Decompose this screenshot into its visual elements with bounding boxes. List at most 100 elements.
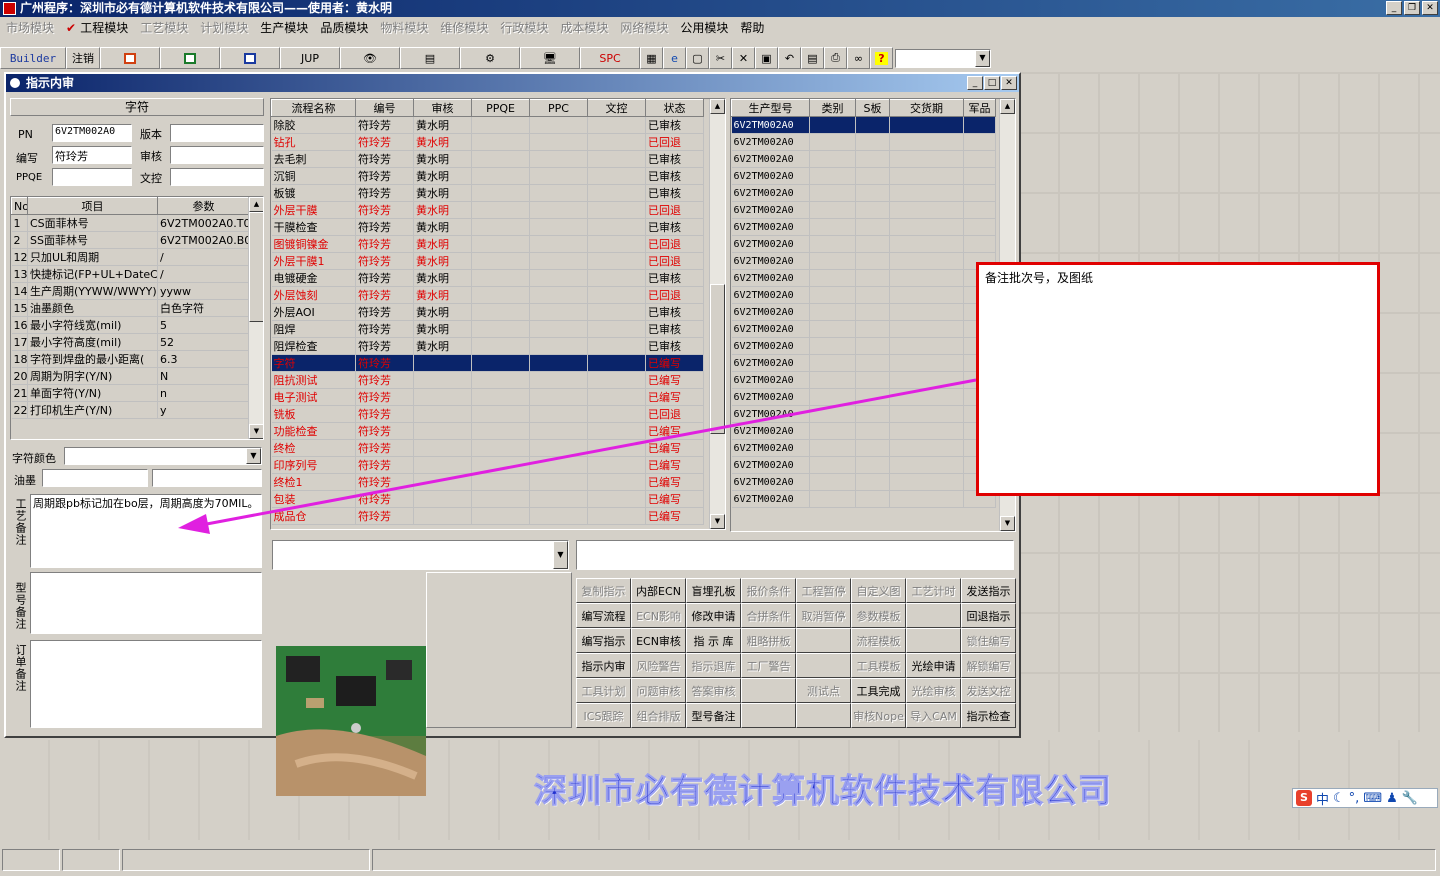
table-cell[interactable]: 黄水明 [413, 286, 472, 304]
table-cell[interactable] [809, 150, 856, 168]
action-button-38[interactable]: 光绘审核 [906, 678, 961, 703]
table-cell[interactable]: 符玲芳 [355, 456, 414, 474]
table-row[interactable]: 18 字符到焊盘的最小距离(6.3 [11, 350, 250, 368]
table-cell[interactable]: 6V2TM002A0 [731, 167, 810, 185]
table-row[interactable]: 阻抗测试 符玲芳 已编写 [271, 371, 704, 389]
table-cell[interactable] [529, 490, 588, 508]
table-cell[interactable]: 生产周期(YYWW/WWYY) [27, 282, 158, 300]
table-cell[interactable] [809, 184, 856, 202]
table-row[interactable]: 22 打印机生产(Y/N) y [11, 401, 250, 419]
table-cell[interactable]: 14 [11, 282, 28, 300]
sogou-icon[interactable]: S [1296, 790, 1312, 806]
table-cell[interactable] [471, 388, 530, 406]
table-cell[interactable] [471, 252, 530, 270]
help-button[interactable]: ? [870, 47, 893, 69]
table-row[interactable]: 板镀 符玲芳 黄水明 已审核 [271, 184, 704, 202]
action-button-25[interactable]: 风险警告 [631, 653, 686, 678]
table-cell[interactable] [529, 456, 588, 474]
table-cell[interactable] [889, 201, 964, 219]
table-row[interactable]: 成品仓 符玲芳 已编写 [271, 507, 704, 525]
table-cell[interactable] [471, 354, 530, 372]
table-cell[interactable] [809, 167, 856, 185]
table-row[interactable]: 钻孔 符玲芳 黄水明 已回退 [271, 133, 704, 151]
action-button-13[interactable]: 参数模板 [851, 603, 906, 628]
table-cell[interactable] [855, 269, 890, 287]
table-cell[interactable]: 已编写 [645, 388, 704, 406]
table-row[interactable]: 6V2TM002A0 [731, 184, 996, 202]
process-note-field[interactable]: 周期跟pb标记加在bo层，周期高度为70MIL。 [30, 494, 262, 568]
table-cell[interactable]: 6V2TM002A0 [731, 201, 810, 219]
scroll-down-icon[interactable]: ▼ [710, 514, 725, 529]
table-cell[interactable]: 6V2TM002A0 [731, 116, 810, 134]
table-cell[interactable] [529, 133, 588, 151]
table-cell[interactable] [413, 507, 472, 525]
action-button-15[interactable]: 回退指示 [961, 603, 1016, 628]
delete-button[interactable]: ✕ [732, 47, 755, 69]
action-button-19[interactable]: 粗略拼板 [741, 628, 796, 653]
column-header[interactable]: 流程名称 [271, 99, 356, 117]
table-cell[interactable] [587, 252, 646, 270]
table-cell[interactable] [855, 320, 890, 338]
table-row[interactable]: 6V2TM002A0 [731, 286, 996, 304]
table-row[interactable]: 15 油墨颜色 白色字符 [11, 299, 250, 317]
table-cell[interactable] [413, 490, 472, 508]
table-cell[interactable] [855, 388, 890, 406]
scroll-thumb[interactable] [710, 284, 725, 434]
cut-button[interactable]: ✂ [709, 47, 732, 69]
table-cell[interactable] [889, 490, 964, 508]
table-cell[interactable] [529, 286, 588, 304]
menu-item-11[interactable]: 公用模块 [674, 19, 734, 36]
table-cell[interactable] [855, 371, 890, 389]
table-cell[interactable] [889, 473, 964, 491]
table-cell[interactable]: 已审核 [645, 116, 704, 134]
table-row[interactable]: 6V2TM002A0 [731, 150, 996, 168]
table-cell[interactable] [471, 184, 530, 202]
table-cell[interactable]: 外层蚀刻 [271, 286, 356, 304]
chevron-down-icon[interactable]: ▼ [975, 49, 990, 67]
table-cell[interactable] [529, 405, 588, 423]
table-cell[interactable] [471, 405, 530, 423]
table-cell[interactable]: 黄水明 [413, 167, 472, 185]
menu-item-10[interactable]: 网络模块 [614, 19, 674, 36]
table-cell[interactable]: 已审核 [645, 218, 704, 236]
table-cell[interactable] [855, 405, 890, 423]
builder-button[interactable]: Builder [0, 47, 66, 69]
action-button-42[interactable]: 型号备注 [686, 703, 741, 728]
ink-field-2[interactable] [152, 469, 262, 487]
table-cell[interactable]: 印序列号 [271, 456, 356, 474]
table-row[interactable]: 6V2TM002A0 [731, 320, 996, 338]
column-header[interactable]: 类别 [809, 99, 856, 117]
table-cell[interactable] [471, 235, 530, 253]
ppqe-field[interactable] [52, 168, 132, 186]
table-cell[interactable]: 符玲芳 [355, 116, 414, 134]
action-button-0[interactable]: 复制指示 [576, 578, 631, 603]
table-cell[interactable]: 字符 [271, 354, 356, 372]
action-button-30[interactable]: 光绘申请 [906, 653, 961, 678]
table-cell[interactable]: 黄水明 [413, 320, 472, 338]
params-scrollbar[interactable]: ▲ ▼ [248, 197, 263, 439]
print-button[interactable]: ⎙ [824, 47, 847, 69]
version-field[interactable] [170, 124, 264, 142]
action-button-26[interactable]: 指示退库 [686, 653, 741, 678]
action-button-31[interactable]: 解锁编写 [961, 653, 1016, 678]
table-cell[interactable]: 已回退 [645, 133, 704, 151]
scroll-down-icon[interactable]: ▼ [1000, 516, 1015, 531]
table-cell[interactable] [413, 371, 472, 389]
column-header[interactable]: 状态 [645, 99, 704, 117]
table-cell[interactable]: 符玲芳 [355, 354, 414, 372]
table-cell[interactable] [809, 490, 856, 508]
table-cell[interactable] [809, 201, 856, 219]
table-cell[interactable] [809, 405, 856, 423]
table-cell[interactable]: 6V2TM002A0.T0 [157, 214, 250, 232]
table-cell[interactable]: 6V2TM002A0 [731, 337, 810, 355]
table-cell[interactable] [855, 303, 890, 321]
table-cell[interactable]: 6V2TM002A0 [731, 218, 810, 236]
table-cell[interactable] [471, 286, 530, 304]
ie-button[interactable]: e [663, 47, 686, 69]
close-icon[interactable]: ✕ [1001, 76, 1017, 90]
table-cell[interactable]: 终检 [271, 439, 356, 457]
excel-button[interactable] [160, 47, 220, 69]
flow-filter-select[interactable]: ▼ [272, 540, 569, 570]
action-button-20[interactable] [796, 628, 851, 653]
table-cell[interactable] [889, 439, 964, 457]
